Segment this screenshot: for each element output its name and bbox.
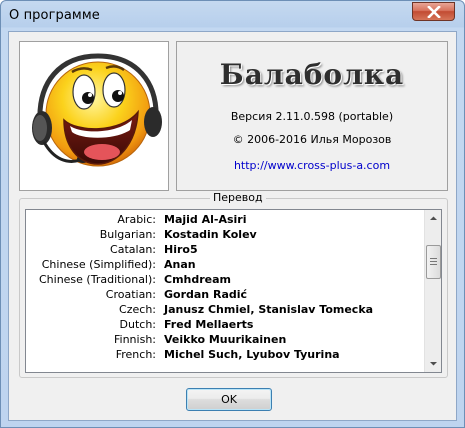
translation-group: Перевод Arabic: Majid Al-Asiri Bulgarian… (19, 191, 448, 378)
language-label: Catalan: (110, 243, 156, 256)
list-item: French: Michel Such, Lyubov Tyurina (26, 347, 426, 362)
scroll-up-button[interactable] (425, 210, 441, 227)
translator-name: Majid Al-Asiri (164, 213, 247, 226)
list-item: Chinese (Simplified): Anan (26, 257, 426, 272)
list-item: Catalan: Hiro5 (26, 242, 426, 257)
list-item: Bulgarian: Kostadin Kolev (26, 227, 426, 242)
logo-frame (19, 41, 169, 191)
scroll-thumb[interactable] (426, 245, 441, 279)
list-item: Finnish: Veikko Muurikainen (26, 332, 426, 347)
website-link[interactable]: http://www.cross-plus-a.com (177, 159, 447, 172)
vertical-scrollbar[interactable] (424, 210, 441, 372)
translation-group-title: Перевод (210, 191, 266, 204)
language-label: Bulgarian: (99, 228, 156, 241)
translator-name: Hiro5 (164, 243, 198, 256)
list-item: Arabic: Majid Al-Asiri (26, 212, 426, 227)
close-button[interactable] (412, 2, 455, 21)
grip-line (430, 258, 437, 259)
list-item: Croatian: Gordan Radić (26, 287, 426, 302)
scroll-down-button[interactable] (425, 355, 441, 372)
language-label: Dutch: (119, 318, 156, 331)
translator-name: Anan (164, 258, 196, 271)
translator-name: Kostadin Kolev (164, 228, 257, 241)
about-dialog: О программе Балаболка Версия 2.11.0.598 … (0, 0, 465, 428)
arrow-up-icon (430, 216, 437, 220)
dialog-body: Балаболка Версия 2.11.0.598 (portable) ©… (8, 31, 457, 421)
copyright-text: © 2006-2016 Илья Морозов (232, 133, 392, 146)
title-bar[interactable]: О программе (1, 1, 464, 31)
language-label: Czech: (119, 303, 156, 316)
list-item: Chinese (Traditional): Cmhdream (26, 272, 426, 287)
language-label: Chinese (Simplified): (41, 258, 156, 271)
window-title: О программе (9, 8, 100, 23)
list-item: Czech: Janusz Chmiel, Stanislav Tomecka (26, 302, 426, 317)
language-label: Arabic: (117, 213, 156, 226)
arrow-down-icon (430, 362, 437, 366)
translator-name: Janusz Chmiel, Stanislav Tomecka (164, 303, 374, 316)
translators-list[interactable]: Arabic: Majid Al-Asiri Bulgarian: Kostad… (25, 209, 442, 373)
grip-line (430, 261, 437, 262)
translator-name: Fred Mellaerts (164, 318, 254, 331)
language-label: Croatian: (105, 288, 156, 301)
language-label: Chinese (Traditional): (38, 273, 156, 286)
grip-line (430, 264, 437, 265)
list-item: Dutch: Fred Mellaerts (26, 317, 426, 332)
ok-button[interactable]: OK (186, 388, 272, 411)
translator-name: Veikko Muurikainen (164, 333, 287, 346)
info-panel: Балаболка Версия 2.11.0.598 (portable) ©… (176, 41, 448, 191)
translator-name: Michel Such, Lyubov Tyurina (164, 348, 340, 361)
ok-button-label: OK (221, 393, 237, 406)
language-label: Finnish: (114, 333, 156, 346)
version-text: Версия 2.11.0.598 (portable) (230, 110, 394, 123)
translator-name: Gordan Radić (164, 288, 248, 301)
translator-name: Cmhdream (164, 273, 232, 286)
close-icon (427, 6, 441, 18)
app-name: Балаболка (219, 58, 405, 91)
balabolka-smiley-logo-icon (32, 53, 162, 167)
language-label: French: (115, 348, 156, 361)
